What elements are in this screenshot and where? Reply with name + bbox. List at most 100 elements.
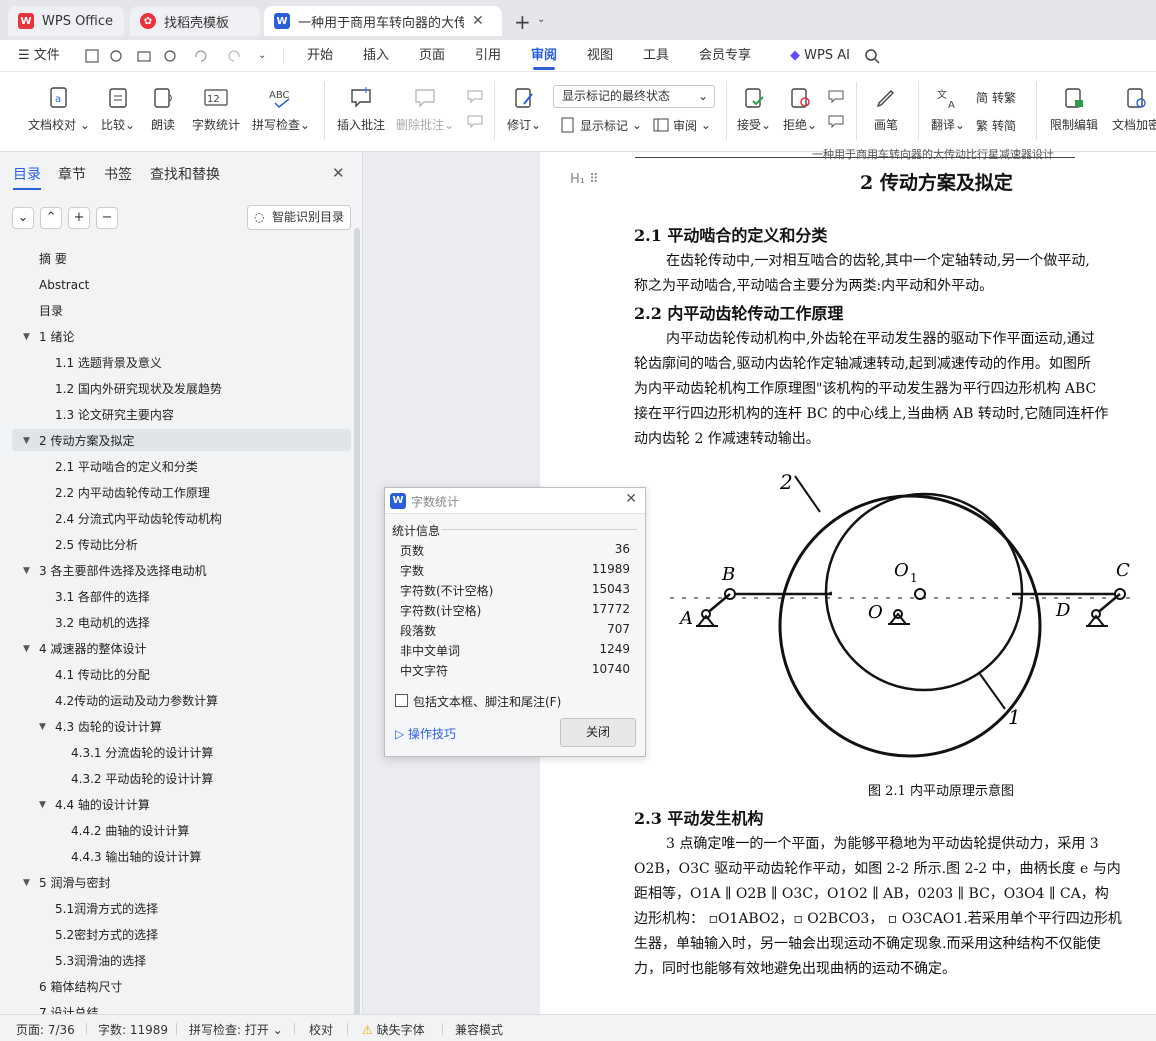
new-tab-icon[interactable]: + [514,10,531,34]
menu-view[interactable]: 视图 [587,40,613,72]
doc-proofread-button[interactable]: a 文档校对 ⌄ [28,86,90,133]
toc-item[interactable]: 4.1 传动比的分配 [55,662,150,688]
toc-item[interactable]: 2.1 平动啮合的定义和分类 [55,454,198,480]
proofread-indicator[interactable]: 校对 [309,1021,333,1038]
close-icon[interactable]: ✕ [625,491,637,507]
restrict-edit-button[interactable]: 限制编辑 [1046,86,1102,133]
toc-item[interactable]: ▼ 4 减速器的整体设计 [23,636,146,662]
pen-button[interactable]: 画笔 [866,86,906,133]
insert-comment-button[interactable]: 插入批注 [334,86,388,133]
add-heading-button[interactable]: + [68,207,90,229]
tab-current-document[interactable]: W 一种用于商用车转向器的大传 ✕ [264,6,502,36]
collapse-down-button[interactable]: ⌄ [12,207,34,229]
toc-item[interactable]: 目录 [39,298,63,324]
save-icon[interactable] [85,49,99,63]
toc-item[interactable]: 3.1 各部件的选择 [55,584,150,610]
toc-item[interactable]: ▼ 4.3 齿轮的设计计算 [39,714,162,740]
comment-nav-icons[interactable] [465,88,485,128]
toc-item[interactable]: 1.3 论文研究主要内容 [55,402,174,428]
menu-insert[interactable]: 插入 [363,40,389,72]
accept-button[interactable]: 接受⌄ [734,86,774,133]
toc-item[interactable]: 5.1润滑方式的选择 [55,896,158,922]
toc-item[interactable]: 4.3.1 分流齿轮的设计计算 [71,740,213,766]
compare-button[interactable]: 比较⌄ [98,86,138,133]
review-pane-button[interactable]: 审阅 ⌄ [653,114,711,136]
menu-tools[interactable]: 工具 [643,40,669,72]
wps-ai-button[interactable]: ◆ WPS AI [790,40,850,72]
tab-docer-templates[interactable]: ✿ 找稻壳模板 [130,6,260,36]
reject-button[interactable]: 拒绝⌄ [780,86,820,133]
missing-font-indicator[interactable]: ⚠ 缺失字体 [362,1021,425,1038]
toc-item[interactable]: 1.2 国内外研究现状及发展趋势 [55,376,222,402]
toc-item[interactable]: ▼ 5 润滑与密封 [23,870,110,896]
toc-item[interactable]: 4.3.2 平动齿轮的设计计算 [71,766,213,792]
toc-item[interactable]: 2.5 传动比分析 [55,532,138,558]
close-button[interactable]: 关闭 [560,718,636,747]
file-menu[interactable]: ☰ 文件 [18,40,60,72]
tab-sections[interactable]: 章节 [58,164,86,184]
expand-arrow-icon[interactable]: ▼ [23,558,30,584]
toc-item[interactable]: 1.1 选题背景及意义 [55,350,162,376]
toc-item[interactable]: 5.3润滑油的选择 [55,948,146,974]
menu-review[interactable]: 审阅 [531,40,557,72]
word-count-button[interactable]: 12 字数统计 [190,86,242,133]
toc-item[interactable]: ▼ 3 各主要部件选择及选择电动机 [23,558,206,584]
to-traditional-button[interactable]: 简转繁 [976,86,1016,108]
translate-button[interactable]: 文A 翻译⌄ [928,86,968,133]
expand-arrow-icon[interactable]: ▼ [39,714,46,740]
chevron-down-icon[interactable]: ⌄ [258,40,266,72]
tab-toc[interactable]: 目录 [13,164,41,190]
menu-page[interactable]: 页面 [419,40,445,72]
delete-comment-button[interactable]: 删除批注⌄ [394,86,456,133]
page-indicator[interactable]: 页面: 7/36 [16,1021,75,1038]
toc-scrollbar[interactable] [354,228,360,1018]
to-simplified-button[interactable]: 繁转简 [976,114,1016,136]
spell-check-indicator[interactable]: 拼写检查: 打开 ⌄ [189,1021,283,1038]
toc-item[interactable]: 2.4 分流式内平动齿轮传动机构 [55,506,222,532]
toc-item[interactable]: 2.2 内平动齿轮传动工作原理 [55,480,210,506]
markup-mode-select[interactable]: 显示标记的最终状态 ⌄ [553,85,715,108]
expand-arrow-icon[interactable]: ▼ [39,792,46,818]
read-aloud-button[interactable]: 朗读 [146,86,180,133]
smart-toc-button[interactable]: ◌ 智能识别目录 [247,205,351,230]
show-markup-button[interactable]: 显示标记 ⌄ [560,114,642,136]
print-icon[interactable] [137,51,151,62]
toc-item[interactable]: 5.2密封方式的选择 [55,922,158,948]
menu-member[interactable]: 会员专享 [699,40,751,72]
chevron-down-icon[interactable]: ⌄ [537,14,545,25]
toc-item[interactable]: 3.2 电动机的选择 [55,610,150,636]
toc-item[interactable]: 6 箱体结构尺寸 [39,974,122,1000]
remove-heading-button[interactable]: − [96,207,118,229]
undo-icon[interactable] [195,50,207,62]
dialog-titlebar[interactable]: W 字数统计 ✕ [385,488,645,514]
tab-wps-office[interactable]: W WPS Office [8,6,124,36]
word-count-indicator[interactable]: 字数: 11989 [98,1021,168,1038]
heading-style-icon[interactable]: H₁ ⠿ [570,172,599,187]
search-icon[interactable] [864,48,880,64]
share-icon[interactable] [110,50,122,62]
toc-item[interactable]: ▼ 4.4 轴的设计计算 [39,792,150,818]
redo-icon[interactable] [228,50,240,62]
menu-start[interactable]: 开始 [307,40,333,72]
toc-item[interactable]: 4.4.3 输出轴的设计计算 [71,844,201,870]
tab-bookmarks[interactable]: 书签 [104,164,132,184]
menu-reference[interactable]: 引用 [475,40,501,72]
expand-arrow-icon[interactable]: ▼ [23,870,30,896]
toc-item[interactable]: 4.2传动的运动及动力参数计算 [55,688,218,714]
tab-find-replace[interactable]: 查找和替换 [150,164,220,184]
toc-item[interactable]: ▼ 2 传动方案及拟定 [23,428,134,454]
change-nav-icons[interactable] [826,88,846,128]
close-tab-icon[interactable]: ✕ [472,13,484,29]
tips-link[interactable]: ▷ 操作技巧 [395,725,456,742]
toc-item[interactable]: 摘 要 [39,246,67,272]
collapse-up-button[interactable]: ⌃ [40,207,62,229]
expand-arrow-icon[interactable]: ▼ [23,636,30,662]
close-pane-icon[interactable]: ✕ [332,164,345,182]
expand-arrow-icon[interactable]: ▼ [23,428,30,454]
toc-item[interactable]: 4.4.2 曲轴的设计计算 [71,818,189,844]
track-changes-button[interactable]: 修订⌄ [504,86,544,133]
toc-item[interactable]: Abstract [39,272,89,298]
include-textbox-checkbox[interactable] [395,694,408,707]
spell-check-button[interactable]: ABC 拼写检查⌄ [250,86,312,133]
toc-item[interactable]: ▼ 1 绪论 [23,324,74,350]
